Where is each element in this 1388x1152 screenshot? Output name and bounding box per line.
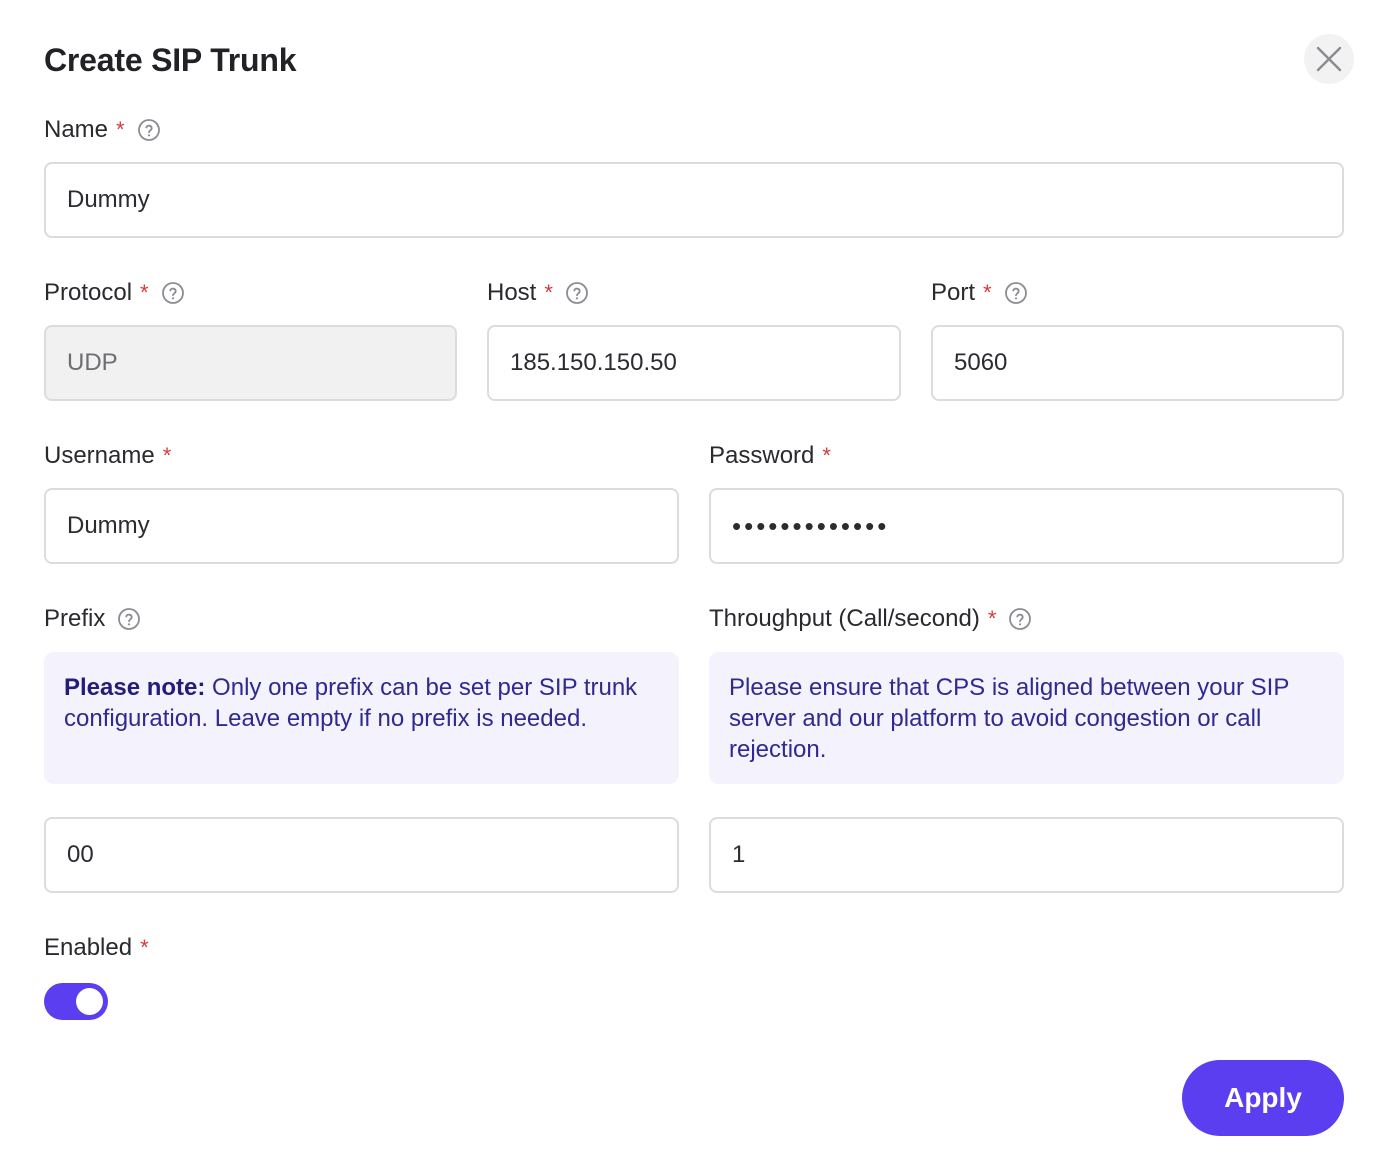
port-label-text: Port xyxy=(931,279,976,306)
help-circle-icon[interactable] xyxy=(161,281,185,305)
toggle-knob xyxy=(76,988,103,1015)
required-indicator: * xyxy=(983,280,992,305)
username-field[interactable] xyxy=(44,488,679,564)
throughput-label-text: Throughput (Call/second) xyxy=(709,605,980,632)
password-input[interactable] xyxy=(732,510,1321,542)
prefix-label-text: Prefix xyxy=(44,605,106,632)
password-label: Password * xyxy=(709,440,831,472)
required-indicator: * xyxy=(140,280,149,305)
prefix-input[interactable] xyxy=(67,841,656,869)
close-icon xyxy=(1316,46,1342,72)
enabled-toggle[interactable] xyxy=(44,983,108,1020)
create-sip-trunk-dialog: Create SIP Trunk Name * Protocol * Host … xyxy=(0,0,1388,1152)
prefix-label: Prefix xyxy=(44,603,141,635)
required-indicator: * xyxy=(822,443,831,468)
apply-button[interactable]: Apply xyxy=(1182,1060,1344,1136)
close-button[interactable] xyxy=(1304,34,1354,84)
throughput-input[interactable] xyxy=(732,841,1321,869)
name-field[interactable] xyxy=(44,162,1344,238)
username-label: Username * xyxy=(44,440,171,472)
protocol-field xyxy=(44,325,457,401)
enabled-label-text: Enabled xyxy=(44,934,133,961)
throughput-note-text: Please ensure that CPS is aligned betwee… xyxy=(729,674,1289,763)
username-input[interactable] xyxy=(67,512,656,540)
host-label: Host * xyxy=(487,277,589,309)
required-indicator: * xyxy=(987,606,997,631)
prefix-field[interactable] xyxy=(44,817,679,893)
name-label: Name * xyxy=(44,114,161,146)
protocol-label-text: Protocol xyxy=(44,279,133,306)
throughput-field[interactable] xyxy=(709,817,1344,893)
required-indicator: * xyxy=(140,935,149,960)
host-label-text: Host xyxy=(487,279,537,306)
help-circle-icon[interactable] xyxy=(137,118,161,142)
help-circle-icon[interactable] xyxy=(565,281,589,305)
port-field[interactable] xyxy=(931,325,1344,401)
prefix-info-note: Please note: Only one prefix can be set … xyxy=(44,652,679,784)
protocol-label: Protocol * xyxy=(44,277,185,309)
throughput-info-note: Please ensure that CPS is aligned betwee… xyxy=(709,652,1344,784)
password-label-text: Password xyxy=(709,442,815,469)
protocol-input xyxy=(67,349,434,377)
host-field[interactable] xyxy=(487,325,901,401)
required-indicator: * xyxy=(544,280,553,305)
password-field[interactable] xyxy=(709,488,1344,564)
enabled-label: Enabled * xyxy=(44,932,149,964)
throughput-label: Throughput (Call/second) * xyxy=(709,603,1032,635)
required-indicator: * xyxy=(162,443,172,468)
port-input[interactable] xyxy=(954,349,1321,377)
prefix-note-bold: Please note: xyxy=(64,674,206,701)
required-indicator: * xyxy=(116,117,125,142)
username-label-text: Username xyxy=(44,442,155,469)
name-input[interactable] xyxy=(67,186,1321,214)
port-label: Port * xyxy=(931,277,1028,309)
host-input[interactable] xyxy=(510,349,878,377)
dialog-title: Create SIP Trunk xyxy=(44,42,297,78)
help-circle-icon[interactable] xyxy=(1008,607,1032,631)
help-circle-icon[interactable] xyxy=(1004,281,1028,305)
name-label-text: Name xyxy=(44,116,109,143)
help-circle-icon[interactable] xyxy=(117,607,141,631)
